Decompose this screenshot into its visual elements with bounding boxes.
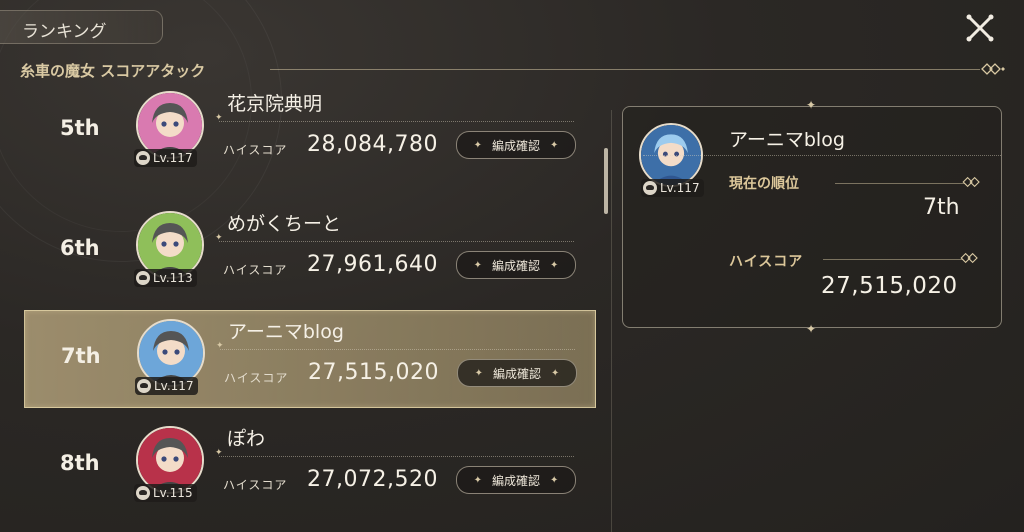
high-score-value: 27,515,020	[308, 360, 439, 385]
player-name: ぽわ	[227, 428, 266, 450]
sparkle-icon: ✦	[550, 474, 559, 486]
formation-check-button[interactable]: ✦ 編成確認 ✦	[457, 359, 577, 387]
sparkle-icon: ✦	[806, 98, 817, 112]
event-subtitle: 糸車の魔女 スコアアタック	[20, 62, 206, 80]
formation-check-label: 編成確認	[491, 473, 540, 488]
diamond-ornament-icon	[981, 63, 1005, 75]
helmet-icon	[136, 271, 150, 285]
sparkle-icon: ✦	[473, 259, 482, 271]
detail-high-score-value: 27,515,020	[821, 273, 958, 299]
player-name: 花京院典明	[227, 93, 323, 115]
diamond-ornament-icon	[960, 252, 978, 264]
level-badge: Lv.117	[134, 149, 197, 167]
formation-check-button[interactable]: ✦ 編成確認 ✦	[456, 466, 576, 494]
avatar-portrait-icon	[138, 93, 202, 157]
ranking-row[interactable]: 7th Lv.117 アーニマblog ハイスコア 27,515,020 ✦ 編…	[24, 310, 596, 408]
level-badge: Lv.113	[134, 269, 197, 287]
avatar-portrait-icon	[138, 428, 202, 492]
name-divider	[215, 448, 574, 458]
helmet-icon	[136, 151, 150, 165]
diamond-ornament-icon	[962, 176, 980, 188]
level-text: Lv.113	[153, 271, 193, 285]
current-rank-label: 現在の順位	[729, 176, 799, 192]
sparkle-icon: ✦	[473, 474, 482, 486]
rank-divider	[835, 183, 965, 184]
detail-high-score-label: ハイスコア	[729, 254, 804, 270]
sparkle-icon: ✦	[551, 367, 560, 379]
detail-level-text: Lv.117	[660, 181, 700, 195]
helmet-icon	[643, 181, 657, 195]
sparkle-icon: ✦	[550, 139, 559, 151]
ranking-row[interactable]: 8th Lv.115 ぽわ ハイスコア 27,072,520 ✦ 編成確認 ✦	[24, 418, 594, 514]
current-rank-value: 7th	[923, 195, 960, 220]
level-text: Lv.115	[153, 486, 193, 500]
formation-check-label: 編成確認	[491, 258, 540, 273]
sparkle-icon: ✦	[474, 367, 483, 379]
ranking-row[interactable]: 6th Lv.113 めがくちーと ハイスコア 27,961,640 ✦ 編成確…	[24, 203, 594, 299]
avatar-portrait-icon	[138, 213, 202, 277]
high-score-label: ハイスコア	[223, 478, 288, 492]
sparkle-icon: ✦	[473, 139, 482, 151]
helmet-icon	[136, 486, 150, 500]
list-scrollbar[interactable]	[604, 148, 608, 214]
level-text: Lv.117	[153, 151, 193, 165]
level-badge: Lv.117	[135, 377, 198, 395]
high-score-label: ハイスコア	[223, 263, 288, 277]
score-divider	[823, 259, 963, 260]
helmet-icon	[137, 379, 151, 393]
high-score-value: 27,072,520	[307, 467, 438, 492]
subtitle-divider	[270, 69, 980, 70]
name-divider	[215, 233, 574, 243]
close-cross-icon	[966, 14, 994, 42]
ranking-title: ランキング	[22, 22, 107, 42]
level-text: Lv.117	[154, 379, 194, 393]
rank-label: 7th	[61, 344, 101, 368]
high-score-label: ハイスコア	[223, 143, 288, 157]
ranking-title-tab: ランキング	[0, 10, 163, 44]
detail-level-badge: Lv.117	[641, 179, 704, 197]
high-score-value: 27,961,640	[307, 252, 438, 277]
panel-divider	[611, 110, 612, 532]
rank-label: 6th	[60, 236, 100, 260]
formation-check-label: 編成確認	[492, 366, 541, 381]
detail-player-name: アーニマblog	[729, 129, 845, 151]
rank-label: 5th	[60, 116, 100, 140]
ranking-row[interactable]: 5th Lv.117 花京院典明 ハイスコア 28,084,780 ✦ 編成確認…	[24, 83, 594, 179]
avatar-portrait-icon	[139, 321, 203, 385]
formation-check-label: 編成確認	[491, 138, 540, 153]
level-badge: Lv.115	[134, 484, 197, 502]
detail-name-divider	[643, 155, 1001, 156]
sparkle-icon: ✦	[550, 259, 559, 271]
high-score-value: 28,084,780	[307, 132, 438, 157]
high-score-label: ハイスコア	[224, 371, 289, 385]
rank-label: 8th	[60, 451, 100, 475]
player-detail-panel: ✦ Lv.117 アーニマblog 現在の順位 7th ハイスコア 27,515…	[622, 98, 1002, 336]
name-divider	[216, 341, 575, 351]
player-name: アーニマblog	[228, 321, 344, 343]
formation-check-button[interactable]: ✦ 編成確認 ✦	[456, 131, 576, 159]
formation-check-button[interactable]: ✦ 編成確認 ✦	[456, 251, 576, 279]
sparkle-icon: ✦	[806, 322, 817, 336]
close-button[interactable]	[962, 10, 998, 46]
player-name: めがくちーと	[227, 213, 342, 235]
name-divider	[215, 113, 574, 123]
